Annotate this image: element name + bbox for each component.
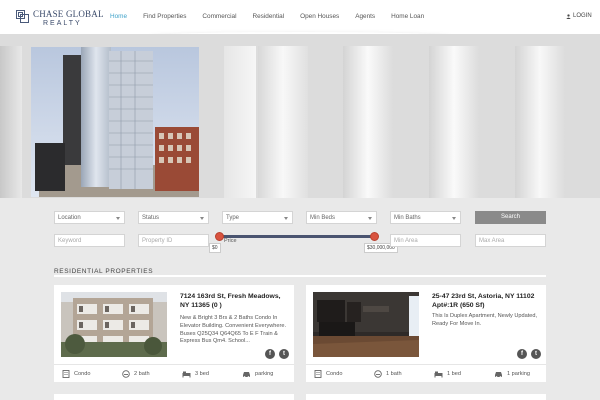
listing-description: New & Bright 3 Brs & 2 Baths Condo In El… <box>180 315 287 345</box>
price-min-handle[interactable] <box>215 232 224 241</box>
listing-photo[interactable] <box>313 292 419 357</box>
site-logo[interactable]: CHASE GLOBAL REALTY <box>16 10 104 30</box>
feature-parking-label: 1 parking <box>507 370 531 377</box>
login-label: LOGIN <box>573 13 592 19</box>
feature-type: Condo <box>62 369 91 378</box>
building-icon <box>314 369 322 378</box>
price-max-handle[interactable] <box>370 232 379 241</box>
facebook-icon[interactable]: f <box>517 349 527 359</box>
nav-home[interactable]: Home <box>110 13 127 20</box>
feature-type: Condo <box>314 369 343 378</box>
logo-line1: CHASE GLOBAL <box>33 9 104 19</box>
price-range-track[interactable] <box>219 235 375 238</box>
max-area-input[interactable]: Max Area <box>475 234 546 247</box>
chevron-down-icon <box>452 217 456 220</box>
feature-baths-label: 1 bath <box>386 370 402 377</box>
feature-baths: 1 bath <box>374 369 402 378</box>
bath-icon <box>122 369 130 378</box>
logo-line2: REALTY <box>43 20 82 27</box>
feature-baths: 2 bath <box>122 369 150 378</box>
min-baths-select-value: Min Baths <box>394 215 421 221</box>
feature-parking: parking <box>242 370 273 378</box>
twitter-icon[interactable]: t <box>279 349 289 359</box>
section-title: RESIDENTIAL PROPERTIES <box>54 268 154 275</box>
feature-beds-label: 3 bed <box>195 370 209 377</box>
listing-card[interactable]: 25-47 23rd St, Astoria, NY 11102 Apt#:1R… <box>306 285 546 382</box>
listing-card-partial[interactable] <box>54 394 294 400</box>
min-baths-select[interactable]: Min Baths <box>390 211 461 224</box>
nav-find-properties[interactable]: Find Properties <box>143 13 186 20</box>
bed-icon <box>182 371 191 377</box>
feature-parking: 1 parking <box>494 370 530 378</box>
listing-features: Condo 2 bath 3 bed parking <box>54 364 294 382</box>
property-id-input[interactable]: Property ID <box>138 234 209 247</box>
chevron-down-icon <box>200 217 204 220</box>
logo-mark-icon <box>16 10 30 24</box>
feature-baths-label: 2 bath <box>134 370 150 377</box>
price-label: Price <box>224 238 237 244</box>
status-select[interactable]: Status <box>138 211 209 224</box>
feature-beds: 1 bed <box>434 370 461 378</box>
location-select-value: Location <box>58 215 81 221</box>
location-select[interactable]: Location <box>54 211 125 224</box>
status-select-value: Status <box>142 215 160 221</box>
nav-agents[interactable]: Agents <box>355 13 375 20</box>
feature-beds: 3 bed <box>182 370 209 378</box>
feature-beds-label: 1 bed <box>447 370 461 377</box>
listing-title[interactable]: 7124 163rd St, Fresh Meadows, NY 11365 (… <box>180 292 290 310</box>
type-select-value: Type <box>226 215 240 221</box>
car-icon <box>243 371 250 378</box>
min-beds-select-value: Min Beds <box>310 215 336 221</box>
keyword-input[interactable]: Keyword <box>54 234 125 247</box>
nav-open-houses[interactable]: Open Houses <box>300 13 339 20</box>
listing-description: This Is Duplex Apartment, Newly Updated,… <box>432 313 538 327</box>
listing-title[interactable]: 25-47 23rd St, Astoria, NY 11102 Apt#:1R… <box>432 292 542 310</box>
feature-type-label: Condo <box>74 370 91 377</box>
listing-card-partial[interactable] <box>306 394 546 400</box>
chevron-down-icon <box>116 217 120 220</box>
search-button[interactable]: Search <box>475 211 546 224</box>
login-link[interactable]: LOGIN <box>566 13 592 19</box>
nav-home-loan[interactable]: Home Loan <box>391 13 424 20</box>
section-divider <box>54 275 546 277</box>
chevron-down-icon <box>284 217 288 220</box>
nav-commercial[interactable]: Commercial <box>202 13 236 20</box>
listing-card[interactable]: 7124 163rd St, Fresh Meadows, NY 11365 (… <box>54 285 294 382</box>
twitter-icon[interactable]: t <box>531 349 541 359</box>
feature-parking-label: parking <box>255 370 274 377</box>
feature-type-label: Condo <box>326 370 343 377</box>
type-select[interactable]: Type <box>222 211 293 224</box>
hero-building-image <box>31 47 199 197</box>
price-min-tooltip: $0 <box>209 243 221 253</box>
listing-photo[interactable] <box>61 292 167 357</box>
listing-features: Condo 1 bath 1 bed 1 parking <box>306 364 546 382</box>
car-icon <box>495 371 502 378</box>
chevron-down-icon <box>368 217 372 220</box>
min-area-input[interactable]: Min Area <box>390 234 461 247</box>
min-beds-select[interactable]: Min Beds <box>306 211 377 224</box>
nav-residential[interactable]: Residential <box>253 13 285 20</box>
bath-icon <box>374 369 382 378</box>
facebook-icon[interactable]: f <box>265 349 275 359</box>
building-icon <box>62 369 70 378</box>
bed-icon <box>434 371 443 377</box>
site-header: CHASE GLOBAL REALTY Home Find Properties… <box>0 0 600 34</box>
user-icon <box>566 13 571 19</box>
main-nav: Home Find Properties Commercial Resident… <box>110 13 440 20</box>
